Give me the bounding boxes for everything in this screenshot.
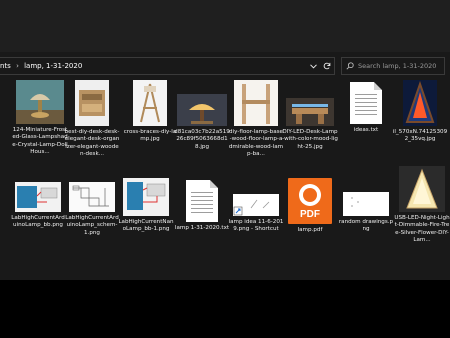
image-thumbnail <box>403 80 437 126</box>
file-list: 124-Miniature-Frosted-Glass-Lampshade-Cr… <box>0 76 450 280</box>
file-explorer-window: nts › lamp, 1-31-2020 Search lamp, 1-31-… <box>0 0 450 280</box>
file-item[interactable]: il_570xN.741253092_35vq.jpg <box>392 80 448 144</box>
image-thumbnail <box>15 182 61 212</box>
file-item[interactable]: random drawings.png <box>338 178 394 234</box>
file-item[interactable]: ideas.txt <box>338 80 394 134</box>
image-thumbnail <box>399 166 445 212</box>
file-name: il_570xN.741253092_35vq.jpg <box>392 129 448 143</box>
file-item[interactable]: LabHighCurrentArduinoLamp_schem-1.png <box>64 178 120 237</box>
file-name: ideas.txt <box>353 127 379 133</box>
file-name: 124-Miniature-Frosted-Glass-Lampshade-Cr… <box>12 127 68 155</box>
search-icon <box>342 62 358 70</box>
file-item[interactable]: LabHighCurrentArduinoLamp_bb.png <box>10 178 66 230</box>
file-item[interactable]: USB-LED-Night-Light-Dimmable-Fire-Tree-S… <box>394 166 450 244</box>
file-name: LabHighCurrentArduinoLamp_schem-1.png <box>65 215 119 236</box>
text-file-icon <box>186 180 218 222</box>
file-name: d81ca03c7b22a51926c89f5063668d18.jpg <box>174 129 230 150</box>
file-name: diy-floor-lamp-base-wood-floor-lamp-admi… <box>228 129 284 157</box>
file-item[interactable]: lamp 1-31-2020.txt <box>174 178 230 232</box>
file-name: LabHighCurrentNanoLamp_bb-1.png <box>118 219 174 233</box>
pdf-icon-label: PDF <box>300 209 320 220</box>
breadcrumb: nts › lamp, 1-31-2020 <box>0 62 82 70</box>
address-bar[interactable]: nts › lamp, 1-31-2020 <box>0 57 335 75</box>
file-item[interactable]: cross-braces-diy-lamp.jpg <box>122 80 178 144</box>
file-item[interactable]: DIY-LED-Desk-Lamp-with-color-mood-light-… <box>282 80 338 151</box>
image-thumbnail <box>343 192 389 216</box>
file-item[interactable]: d81ca03c7b22a51926c89f5063668d18.jpg <box>174 80 230 151</box>
refresh-icon[interactable] <box>320 58 334 74</box>
file-item[interactable]: lamp idea 11-6-2019.png - Shortcut <box>228 178 284 234</box>
file-name: best-diy-desk-desk-elegant-desk-organize… <box>64 129 120 157</box>
file-name: lamp idea 11-6-2019.png - Shortcut <box>228 219 284 233</box>
search-input[interactable] <box>358 62 442 70</box>
search-box[interactable] <box>341 57 445 75</box>
breadcrumb-separator-icon: › <box>16 62 19 70</box>
file-item[interactable]: diy-floor-lamp-base-wood-floor-lamp-admi… <box>228 80 284 158</box>
image-thumbnail <box>75 80 109 126</box>
file-name: random drawings.png <box>338 219 394 233</box>
file-name: USB-LED-Night-Light-Dimmable-Fire-Tree-S… <box>394 215 450 243</box>
file-name: lamp.pdf <box>297 227 323 233</box>
image-thumbnail <box>123 178 169 216</box>
file-item[interactable]: best-diy-desk-desk-elegant-desk-organize… <box>64 80 120 158</box>
breadcrumb-current[interactable]: lamp, 1-31-2020 <box>24 62 82 70</box>
chevron-down-icon[interactable] <box>306 58 320 74</box>
image-thumbnail <box>133 80 167 126</box>
pdf-icon: PDF <box>288 178 332 224</box>
file-item[interactable]: 124-Miniature-Frosted-Glass-Lampshade-Cr… <box>12 80 68 156</box>
image-thumbnail <box>69 182 115 212</box>
file-item[interactable]: LabHighCurrentNanoLamp_bb-1.png <box>118 178 174 234</box>
image-thumbnail <box>234 80 278 126</box>
shortcut-thumbnail <box>233 194 279 216</box>
image-thumbnail <box>177 94 227 126</box>
file-name: lamp 1-31-2020.txt <box>174 225 230 231</box>
text-file-icon <box>350 82 382 124</box>
breadcrumb-parent[interactable]: nts <box>0 62 11 70</box>
file-item[interactable]: PDF lamp.pdf <box>282 178 338 234</box>
file-name: LabHighCurrentArduinoLamp_bb.png <box>11 215 65 229</box>
image-thumbnail <box>286 98 334 126</box>
file-name: DIY-LED-Desk-Lamp-with-color-mood-light-… <box>282 129 338 150</box>
title-bar <box>0 0 450 52</box>
image-thumbnail <box>16 80 64 124</box>
file-name: cross-braces-diy-lamp.jpg <box>123 129 177 143</box>
